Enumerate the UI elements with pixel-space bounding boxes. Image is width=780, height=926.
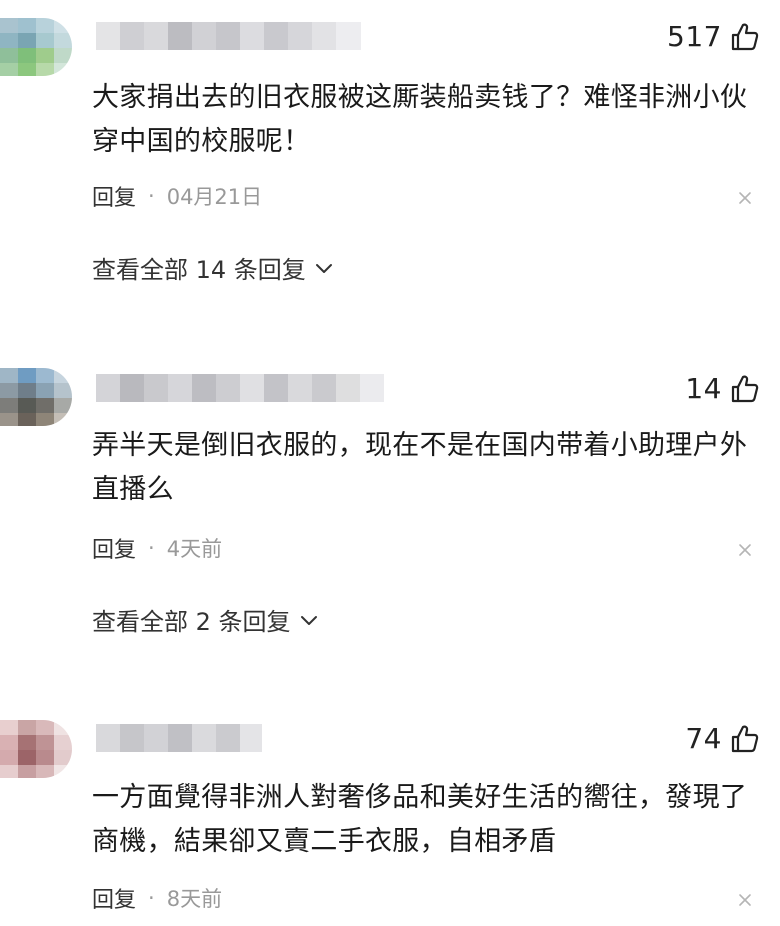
comment-meta: 回复 · 04月21日 — [92, 180, 262, 212]
avatar[interactable] — [0, 18, 72, 76]
username-blurred[interactable] — [96, 22, 361, 50]
comment-item: 517 大家捐出去的旧衣服被这厮装船卖钱了？难怪非洲小伙穿中国的校服呢！ 回复 … — [0, 0, 780, 300]
reply-button[interactable]: 回复 — [92, 532, 136, 564]
comment-time: 04月21日 — [166, 185, 263, 209]
view-all-replies-button[interactable]: 查看全部 2 条回复 — [92, 602, 319, 637]
comment-time: 4天前 — [166, 537, 223, 561]
like-button[interactable]: 14 — [685, 372, 760, 405]
reply-button[interactable]: 回复 — [92, 882, 136, 914]
comment-text: 弄半天是倒旧衣服的，现在不是在国内带着小助理户外直播么 — [92, 430, 748, 505]
close-icon[interactable] — [738, 191, 752, 205]
thumbs-up-icon — [731, 23, 759, 50]
thumbs-up-icon — [731, 375, 759, 402]
comment-item: 74 一方面覺得非洲人對奢侈品和美好生活的嚮往，發現了商機，結果卻又賣二手衣服，… — [0, 702, 780, 926]
avatar[interactable] — [0, 368, 72, 426]
comment-item: 14 弄半天是倒旧衣服的，现在不是在国内带着小助理户外直播么 回复 · 4天前 … — [0, 350, 780, 650]
like-button[interactable]: 74 — [685, 722, 760, 755]
avatar[interactable] — [0, 720, 72, 778]
close-icon[interactable] — [738, 543, 752, 557]
meta-separator: · — [148, 886, 155, 910]
view-all-replies-button[interactable]: 查看全部 14 条回复 — [92, 250, 334, 285]
like-count: 14 — [685, 372, 722, 405]
comment-text: 大家捐出去的旧衣服被这厮装船卖钱了？难怪非洲小伙穿中国的校服呢！ — [92, 82, 748, 157]
comment-meta: 回复 · 8天前 — [92, 882, 222, 914]
view-all-replies-label: 查看全部 2 条回复 — [92, 608, 291, 636]
comment-list: 517 大家捐出去的旧衣服被这厮装船卖钱了？难怪非洲小伙穿中国的校服呢！ 回复 … — [0, 0, 780, 926]
username-blurred[interactable] — [96, 724, 262, 752]
close-icon[interactable] — [738, 893, 752, 907]
thumbs-up-icon — [731, 725, 759, 752]
chevron-down-icon — [300, 615, 317, 625]
comment-meta: 回复 · 4天前 — [92, 532, 222, 564]
meta-separator: · — [148, 184, 155, 208]
like-count: 517 — [667, 20, 722, 53]
like-button[interactable]: 517 — [667, 20, 760, 53]
reply-button[interactable]: 回复 — [92, 180, 136, 212]
comment-time: 8天前 — [166, 887, 223, 911]
username-blurred[interactable] — [96, 374, 384, 402]
chevron-down-icon — [315, 263, 332, 273]
view-all-replies-label: 查看全部 14 条回复 — [92, 256, 306, 284]
meta-separator: · — [148, 536, 155, 560]
like-count: 74 — [685, 722, 722, 755]
comment-text: 一方面覺得非洲人對奢侈品和美好生活的嚮往，發現了商機，結果卻又賣二手衣服，自相矛… — [92, 782, 748, 857]
